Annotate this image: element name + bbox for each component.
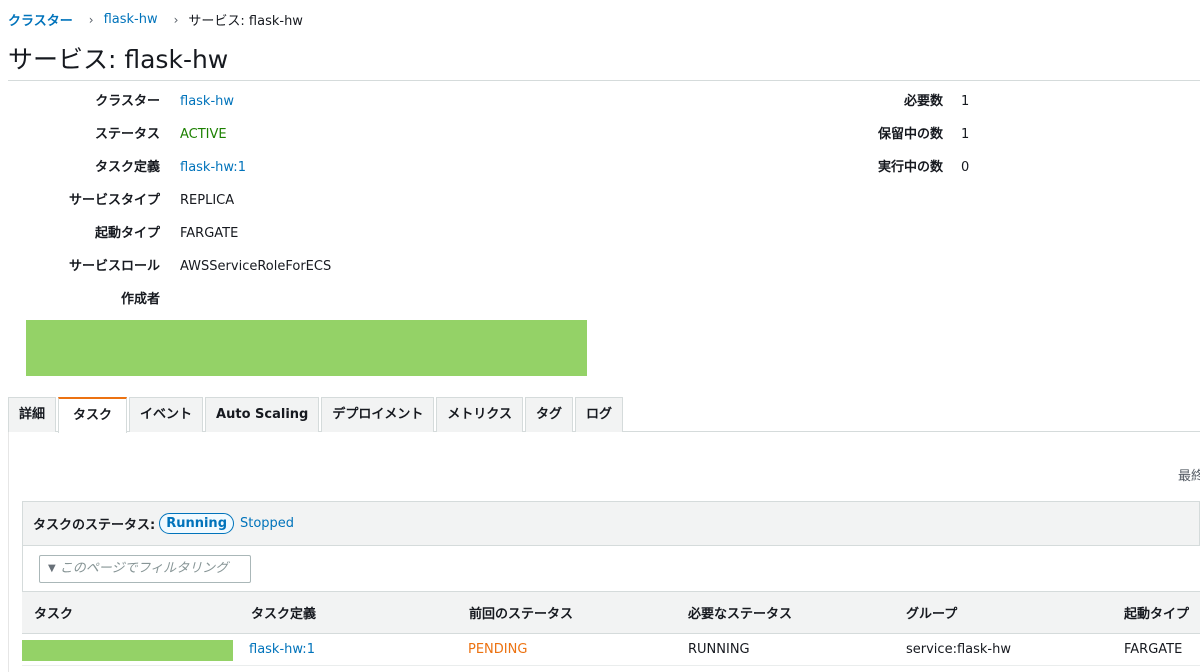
desired-count-value: 1 <box>961 94 970 109</box>
service-type-value: REPLICA <box>180 193 235 208</box>
tasks-table-header: タスク タスク定義 前回のステータス 必要なステータス グループ 起動タイプ <box>22 591 1200 634</box>
tab-auto-scaling[interactable]: Auto Scaling <box>205 397 320 432</box>
filter-row: ▼ <box>22 546 1200 591</box>
column-header-group[interactable]: グループ <box>906 592 957 633</box>
table-row: flask-hw:1 PENDING RUNNING service:flask… <box>22 634 1200 666</box>
detail-label: サービスタイプ <box>68 193 160 208</box>
tab-tasks[interactable]: タスク <box>58 397 128 433</box>
column-header-last-status[interactable]: 前回のステータス <box>469 592 573 633</box>
filter-box: ▼ <box>39 554 251 583</box>
pending-count-value: 1 <box>961 127 970 142</box>
detail-service-type: サービスタイプ REPLICA <box>0 191 1200 211</box>
column-header-desired-status[interactable]: 必要なステータス <box>688 592 792 633</box>
tab-tags[interactable]: タグ <box>525 397 574 432</box>
detail-label: 作成者 <box>120 292 160 307</box>
tab-deployments[interactable]: デプロイメント <box>321 397 435 432</box>
title-divider <box>8 80 1200 81</box>
desired-status-value: RUNNING <box>688 642 750 657</box>
detail-desired-count: 必要数 1 <box>0 92 1200 112</box>
tab-events[interactable]: イベント <box>129 397 204 432</box>
tab-metrics[interactable]: メトリクス <box>436 397 523 432</box>
tab-bar: 詳細 タスク イベント Auto Scaling デプロイメント メトリクス タ… <box>8 397 1200 433</box>
status-running-toggle[interactable]: Running <box>159 513 234 534</box>
detail-pending-count: 保留中の数 1 <box>0 125 1200 145</box>
detail-label: 起動タイプ <box>94 226 160 241</box>
filter-input[interactable] <box>59 561 245 576</box>
detail-label: サービスロール <box>68 259 160 274</box>
column-header-launch-type[interactable]: 起動タイプ <box>1124 592 1189 633</box>
redacted-created-by <box>26 320 587 376</box>
task-status-bar: タスクのステータス: Running Stopped <box>22 501 1200 546</box>
tab-logs[interactable]: ログ <box>575 397 624 432</box>
column-header-task-definition[interactable]: タスク定義 <box>251 592 316 633</box>
status-stopped-toggle[interactable]: Stopped <box>240 516 294 531</box>
detail-label: 保留中の数 <box>877 127 943 142</box>
service-role-value: AWSServiceRoleForECS <box>180 259 332 274</box>
launch-type-value: FARGATE <box>180 226 239 241</box>
breadcrumb-cluster-link[interactable]: クラスター <box>8 10 73 29</box>
detail-label: 実行中の数 <box>877 160 943 175</box>
tab-details[interactable]: 詳細 <box>8 397 57 432</box>
page-title: サービス: flask-hw <box>8 45 229 74</box>
detail-launch-type: 起動タイプ FARGATE <box>0 224 1200 244</box>
running-count-value: 0 <box>961 160 970 175</box>
detail-label: 必要数 <box>903 94 943 109</box>
detail-created-by: 作成者 <box>0 290 1200 310</box>
detail-service-role: サービスロール AWSServiceRoleForECS <box>0 257 1200 277</box>
last-status-value: PENDING <box>468 642 528 657</box>
breadcrumb-current: サービス: flask-hw <box>188 14 303 29</box>
breadcrumb-separator-icon: › <box>88 12 94 27</box>
launch-type-value: FARGATE <box>1124 642 1183 657</box>
detail-running-count: 実行中の数 0 <box>0 158 1200 178</box>
task-definition-link[interactable]: flask-hw:1 <box>249 634 315 665</box>
filter-icon: ▼ <box>48 563 56 574</box>
column-header-task[interactable]: タスク <box>34 592 73 633</box>
task-status-label: タスクのステータス: <box>33 518 156 533</box>
breadcrumb-cluster-name-link[interactable]: flask-hw <box>104 12 158 27</box>
breadcrumb-separator-icon: › <box>173 12 179 27</box>
breadcrumb: クラスター › flask-hw › サービス: flask-hw <box>8 10 303 29</box>
group-value: service:flask-hw <box>906 642 1011 657</box>
last-updated-text: 最終 <box>1178 469 1200 484</box>
redacted-task-id[interactable] <box>22 640 233 661</box>
